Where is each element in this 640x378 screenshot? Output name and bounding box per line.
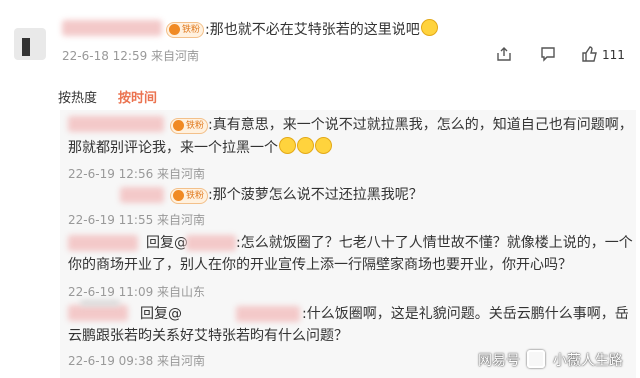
fan-badge: 铁粉 <box>170 188 209 204</box>
blurred-username[interactable] <box>68 235 138 251</box>
blurred-username[interactable] <box>62 20 162 36</box>
comment-time: 22-6-18 12:59 来自河南 <box>62 49 200 63</box>
sort-by-time-tab[interactable]: 按时间 <box>118 87 157 106</box>
blurred-mention[interactable] <box>186 235 236 251</box>
fan-badge: 铁粉 <box>166 22 205 38</box>
watermark: 网易号 小薇人生路 <box>478 350 623 370</box>
blurred-username[interactable] <box>68 116 164 132</box>
fan-badge-icon <box>173 190 184 201</box>
emoji-grin-icon <box>297 137 314 154</box>
avatar[interactable] <box>14 28 46 60</box>
blurred-username[interactable] <box>120 187 164 203</box>
watermark-logo-icon <box>527 350 546 368</box>
emoji-grin-icon <box>279 137 296 154</box>
fan-badge-icon <box>173 120 184 131</box>
reply-text: :怎么就饭圈了？七老八十了人情世故不懂？就像楼上说的，一个 <box>236 235 633 251</box>
reply-time: 22-6-19 09:38 来自河南 <box>68 354 206 368</box>
emoji-grin-icon <box>315 137 332 154</box>
fan-badge-icon <box>169 24 180 35</box>
share-icon[interactable] <box>496 46 512 62</box>
blurred-username[interactable] <box>68 305 128 321</box>
reply-text: 你的商场开业了，别人在你的开业宣传上添一行隔壁家商场也要开业，你开心吗？ <box>68 257 572 273</box>
blurred-username[interactable] <box>80 300 120 306</box>
reply-text: :什么饭圈啊，这是礼貌问题。关岳云鹏什么事啊，岳 <box>302 306 629 322</box>
like-icon[interactable] <box>582 46 598 62</box>
reply-time: 22-6-19 11:55 来自河南 <box>68 213 206 227</box>
fan-badge: 铁粉 <box>170 118 209 134</box>
like-count: 111 <box>602 48 625 62</box>
reply-time: 22-6-19 12:56 来自河南 <box>68 167 206 181</box>
comment-text: :那也就不必在艾特张若的这里说吧 <box>205 19 438 40</box>
sort-by-hot-tab[interactable]: 按热度 <box>58 87 97 106</box>
reply-prefix: 回复@ <box>140 306 182 322</box>
comment-icon[interactable] <box>540 46 556 62</box>
reply-text: 云鹏跟张若昀关系好艾特张若昀有什么问题？ <box>68 328 348 344</box>
reply-prefix: 回复@ <box>146 235 188 251</box>
reply-text: :那个菠萝怎么说不过还拉黑我呢？ <box>208 187 423 203</box>
emoji-smile-icon <box>420 19 438 36</box>
reply-time: 22-6-19 11:09 来自山东 <box>68 285 206 299</box>
reply-text: :真有意思，来一个说不过就拉黑我，怎么的，知道自己也有问题啊， <box>208 117 633 133</box>
blurred-mention[interactable] <box>236 306 300 322</box>
reply-text: 那就都别评论我，来一个拉黑一个 <box>68 137 332 158</box>
